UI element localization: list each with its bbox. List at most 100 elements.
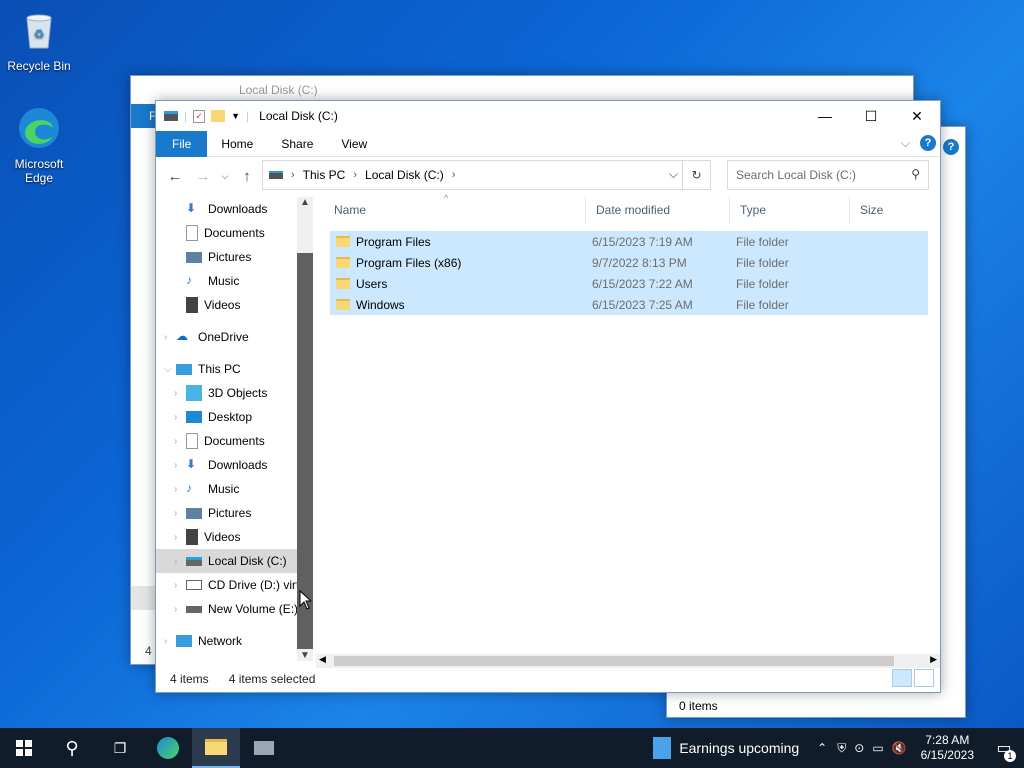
security-icon[interactable]: ⛨ xyxy=(837,741,846,756)
volume-muted-icon[interactable]: 🔇 xyxy=(892,741,907,755)
explorer-window[interactable]: | ✓ ▼ | Local Disk (C:) — ☐ ✕ File Home … xyxy=(155,100,941,693)
chevron-right-icon[interactable]: › xyxy=(353,169,357,181)
chevron-right-icon[interactable]: › xyxy=(452,169,456,181)
chevron-right-icon[interactable]: › xyxy=(174,484,186,495)
navigation-pane[interactable]: ⬇Downloads📌 Documents📌 Pictures📌 ♪Music … xyxy=(156,197,313,661)
news-widget[interactable]: Earnings upcoming xyxy=(653,737,799,759)
refresh-button[interactable]: ↻ xyxy=(682,161,710,189)
nav-item-3d-objects[interactable]: › 3D Objects xyxy=(156,381,313,405)
task-view-button[interactable]: ❐ xyxy=(96,728,144,768)
file-row[interactable]: Program Files 6/15/2023 7:19 AM File fol… xyxy=(330,231,928,252)
details-view-icon[interactable] xyxy=(892,669,912,687)
column-date-modified[interactable]: Date modified xyxy=(586,197,730,223)
tab-view[interactable]: View xyxy=(327,131,381,157)
nav-item-local-disk[interactable]: › Local Disk (C:) xyxy=(156,549,313,573)
nav-item-documents-pc[interactable]: › Documents xyxy=(156,429,313,453)
chevron-up-icon[interactable]: ⌃ xyxy=(817,741,827,755)
desktop-icon-edge[interactable]: Microsoft Edge xyxy=(4,106,74,185)
search-button[interactable]: ⚲ xyxy=(48,728,96,768)
minimize-button[interactable]: — xyxy=(802,101,848,131)
recent-locations-icon[interactable]: ⌵ xyxy=(218,163,232,189)
scroll-down-icon[interactable]: ▼ xyxy=(300,650,310,661)
nav-item-downloads-pc[interactable]: › ⬇ Downloads xyxy=(156,453,313,477)
file-list[interactable]: Name Date modified Type Size ^ Program F… xyxy=(324,193,940,315)
desktop-icon-recycle-bin[interactable]: ♻ Recycle Bin xyxy=(4,8,74,73)
chevron-right-icon[interactable]: › xyxy=(174,508,186,519)
title-bar[interactable]: | ✓ ▼ | Local Disk (C:) — ☐ ✕ xyxy=(156,101,940,131)
tab-file[interactable]: File xyxy=(156,130,208,157)
file-row[interactable]: Program Files (x86) 9/7/2022 8:13 PM Fil… xyxy=(330,252,928,273)
scroll-left-icon[interactable]: ◀ xyxy=(319,654,326,665)
up-button[interactable]: ↑ xyxy=(234,163,260,189)
nav-item-downloads[interactable]: ⬇Downloads📌 xyxy=(156,197,313,221)
column-name[interactable]: Name xyxy=(324,197,586,223)
file-row[interactable]: Windows 6/15/2023 7:25 AM File folder xyxy=(330,294,928,315)
nav-item-this-pc[interactable]: ⌵ This PC xyxy=(156,357,313,381)
tab-home[interactable]: Home xyxy=(207,131,267,157)
chevron-right-icon[interactable]: › xyxy=(174,580,186,591)
scroll-up-icon[interactable]: ▲ xyxy=(300,197,310,208)
chevron-down-icon[interactable]: ⌵ xyxy=(164,364,176,375)
help-icon[interactable]: ? xyxy=(920,135,936,151)
chevron-right-icon[interactable]: › xyxy=(164,332,176,343)
start-button[interactable] xyxy=(0,728,48,768)
address-bar[interactable]: › This PC › Local Disk (C:) › ⌵ ↻ xyxy=(262,160,711,190)
properties-icon[interactable]: ✓ xyxy=(193,109,206,123)
column-size[interactable]: Size xyxy=(850,197,930,223)
downloads-icon: ⬇ xyxy=(186,201,197,215)
chevron-right-icon[interactable]: › xyxy=(174,532,186,543)
qa-dropdown-icon[interactable]: ▼ xyxy=(231,111,240,121)
close-button[interactable]: ✕ xyxy=(894,101,940,131)
taskbar-app[interactable] xyxy=(240,728,288,768)
nav-item-new-volume[interactable]: › New Volume (E:) xyxy=(156,597,313,621)
column-type[interactable]: Type xyxy=(730,197,850,223)
app-icon[interactable]: ⊙ xyxy=(854,741,864,755)
clock[interactable]: 7:28 AM 6/15/2023 xyxy=(921,733,974,763)
nav-item-cd-drive[interactable]: › CD Drive (D:) virt xyxy=(156,573,313,597)
chevron-right-icon[interactable]: › xyxy=(174,412,186,423)
large-icons-view-icon[interactable] xyxy=(914,669,934,687)
chevron-right-icon[interactable]: › xyxy=(174,436,186,447)
nav-item-music[interactable]: ♪ Music xyxy=(156,269,313,293)
chevron-right-icon[interactable]: › xyxy=(174,556,186,567)
nav-item-network[interactable]: › Network xyxy=(156,629,313,653)
nav-item-pictures-pc[interactable]: › Pictures xyxy=(156,501,313,525)
bg2-help-icon[interactable]: ? xyxy=(943,139,959,155)
address-dropdown-icon[interactable]: ⌵ xyxy=(669,167,678,182)
chevron-right-icon[interactable]: › xyxy=(174,388,186,399)
taskbar-file-explorer[interactable] xyxy=(192,728,240,768)
mouse-cursor-icon xyxy=(299,590,311,610)
chevron-right-icon[interactable]: › xyxy=(164,636,176,647)
nav-item-videos[interactable]: Videos xyxy=(156,293,313,317)
hscrollbar-thumb[interactable] xyxy=(334,656,894,666)
expand-ribbon-icon[interactable]: ⌵ xyxy=(901,136,910,151)
tab-share[interactable]: Share xyxy=(267,131,327,157)
network-icon[interactable]: ▭ xyxy=(872,741,883,755)
chevron-right-icon[interactable]: › xyxy=(291,169,295,181)
breadcrumb-local-disk[interactable]: Local Disk (C:) xyxy=(365,168,444,182)
folder-icon xyxy=(336,236,350,247)
maximize-button[interactable]: ☐ xyxy=(848,101,894,131)
column-headers: Name Date modified Type Size ^ xyxy=(324,193,940,223)
chevron-right-icon[interactable]: › xyxy=(174,604,186,615)
nav-item-videos-pc[interactable]: › Videos xyxy=(156,525,313,549)
search-icon: ⚲ xyxy=(65,737,79,758)
this-pc-icon xyxy=(176,363,192,375)
forward-button[interactable]: → xyxy=(190,163,216,189)
item-count: 4 items xyxy=(170,672,209,686)
back-button[interactable]: ← xyxy=(162,163,188,189)
nav-item-music-pc[interactable]: › ♪ Music xyxy=(156,477,313,501)
scroll-right-icon[interactable]: ▶ xyxy=(930,654,937,665)
nav-item-pictures[interactable]: Pictures📌 xyxy=(156,245,313,269)
new-folder-icon[interactable] xyxy=(211,110,226,122)
search-input[interactable]: Search Local Disk (C:) ⚲ xyxy=(727,160,929,190)
nav-item-documents[interactable]: Documents📌 xyxy=(156,221,313,245)
notification-center-button[interactable]: ▭ 1 xyxy=(984,728,1024,768)
taskbar-edge[interactable] xyxy=(144,728,192,768)
nav-item-onedrive[interactable]: › ☁ OneDrive xyxy=(156,325,313,349)
chevron-right-icon[interactable]: › xyxy=(174,460,186,471)
music-icon: ♪ xyxy=(186,273,192,287)
nav-item-desktop[interactable]: › Desktop xyxy=(156,405,313,429)
file-row[interactable]: Users 6/15/2023 7:22 AM File folder xyxy=(330,273,928,294)
breadcrumb-this-pc[interactable]: This PC xyxy=(303,168,346,182)
